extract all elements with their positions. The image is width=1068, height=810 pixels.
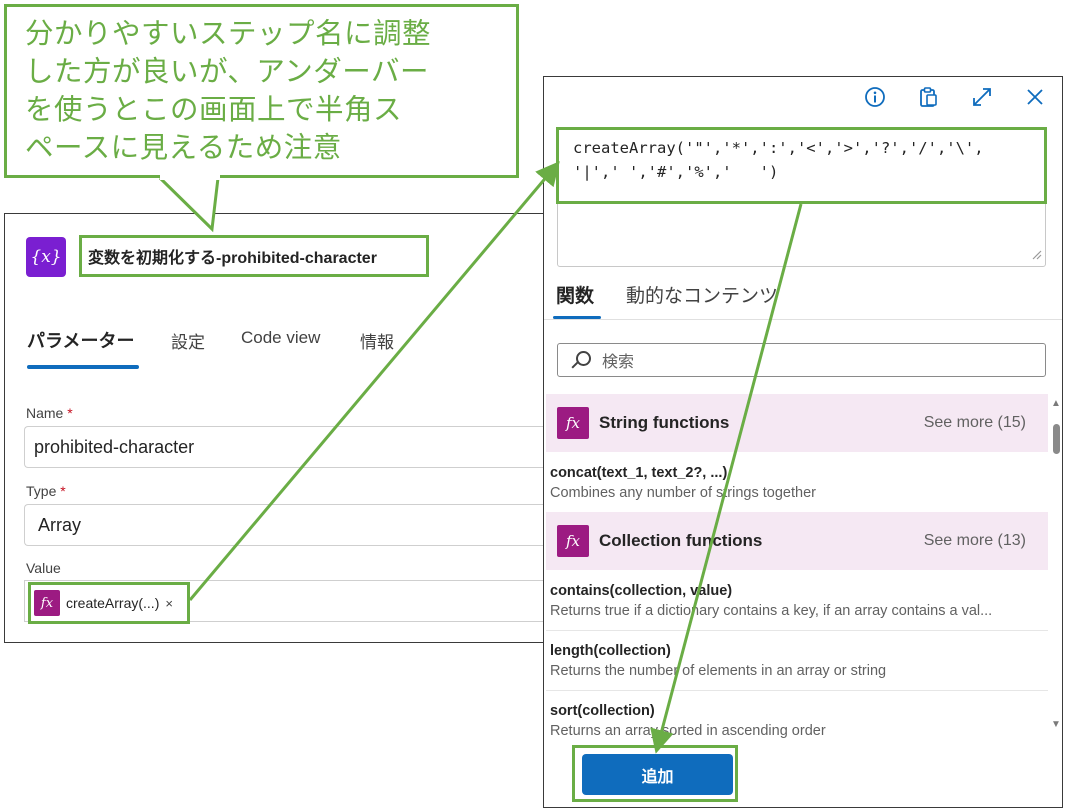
required-mark: * [60, 483, 66, 499]
expression-token[interactable]: fx createArray(...) × [28, 582, 190, 624]
category-string-functions[interactable]: fx String functions See more (15) [546, 394, 1048, 452]
value-label: Value [26, 560, 61, 576]
divider [544, 319, 1062, 320]
required-mark: * [67, 405, 73, 421]
category-collection-functions[interactable]: fx Collection functions See more (13) [546, 512, 1048, 570]
scrollbar-thumb[interactable] [1053, 424, 1060, 454]
token-remove-icon[interactable]: × [165, 596, 173, 611]
search-icon [570, 350, 591, 370]
tab-info[interactable]: 情報 [360, 328, 394, 353]
fx-icon: fx [34, 590, 60, 616]
scroll-up-icon[interactable]: ▲ [1050, 398, 1062, 410]
function-item[interactable]: contains(collection, value) Returns true… [550, 583, 1030, 619]
callout-line: ペースに見えるため注意 [25, 131, 342, 164]
function-item[interactable]: length(collection) Returns the number of… [550, 643, 1030, 679]
variable-icon: {x} [26, 237, 66, 277]
function-signature: length(collection) [550, 643, 671, 659]
expand-icon[interactable] [971, 86, 993, 108]
type-label-text: Type [26, 483, 57, 499]
type-select-value: Array [38, 514, 82, 535]
action-title-text: 変数を初期化する-prohibited-character [88, 250, 377, 267]
add-button[interactable]: 追加 [582, 754, 733, 795]
name-field[interactable]: prohibited-character [24, 426, 550, 468]
callout-line: した方が良いが、アンダーバー [25, 55, 430, 88]
token-label: createArray(...) [66, 595, 160, 611]
divider [546, 630, 1048, 631]
action-title[interactable]: 変数を初期化する-prohibited-character [79, 235, 429, 277]
category-name: String functions [599, 413, 730, 432]
type-select[interactable]: Array [24, 504, 550, 546]
see-more-link[interactable]: See more (15) [924, 414, 1026, 432]
name-label-text: Name [26, 405, 64, 421]
expression-line-1: createArray('"','*',':','<','>','?','/',… [573, 139, 984, 157]
function-description: Returns the number of elements in an arr… [550, 663, 887, 679]
scroll-down-icon[interactable]: ▼ [1050, 719, 1062, 731]
clipboard-icon[interactable] [918, 86, 940, 108]
fx-icon: fx [557, 407, 589, 439]
name-label: Name * [26, 405, 73, 421]
function-item[interactable]: concat(text_1, text_2?, ...) Combines an… [550, 465, 1030, 501]
function-item[interactable]: sort(collection) Returns an array sorted… [550, 703, 1030, 739]
tab-functions[interactable]: 関数 [556, 281, 594, 308]
category-name: Collection functions [599, 531, 763, 550]
tab-code-view[interactable]: Code view [241, 328, 320, 348]
resize-grip-icon[interactable] [1030, 248, 1042, 260]
expression-line-2: '|',' ','#','%',' ') [573, 163, 779, 181]
name-field-value: prohibited-character [34, 436, 195, 457]
divider [546, 690, 1048, 691]
search-input[interactable]: 検索 [557, 343, 1046, 377]
see-more-link[interactable]: See more (13) [924, 532, 1026, 550]
close-icon[interactable] [1024, 86, 1046, 108]
active-tab-indicator [27, 365, 139, 369]
tab-parameters[interactable]: パラメーター [27, 327, 134, 353]
function-description: Returns true if a dictionary contains a … [550, 603, 993, 619]
function-signature: sort(collection) [550, 703, 655, 719]
function-signature: contains(collection, value) [550, 583, 733, 599]
function-description: Returns an array sorted in ascending ord… [550, 723, 826, 739]
function-description: Combines any number of strings together [550, 485, 816, 501]
function-signature: concat(text_1, text_2?, ...) [550, 465, 728, 481]
tab-settings[interactable]: 設定 [171, 328, 205, 353]
tab-dynamic-content[interactable]: 動的なコンテンツ [626, 281, 778, 308]
expression-text: createArray('"','*',':','<','>','?','/',… [556, 127, 1047, 204]
callout-line: 分かりやすいステップ名に調整 [25, 17, 432, 50]
type-label: Type * [26, 483, 66, 499]
annotation-callout: 分かりやすいステップ名に調整 した方が良いが、アンダーバー を使うとこの画面上で… [4, 4, 519, 178]
info-icon[interactable] [864, 86, 886, 108]
fx-icon: fx [557, 525, 589, 557]
callout-line: を使うとこの画面上で半角ス [25, 93, 403, 126]
search-placeholder: 検索 [602, 354, 635, 371]
